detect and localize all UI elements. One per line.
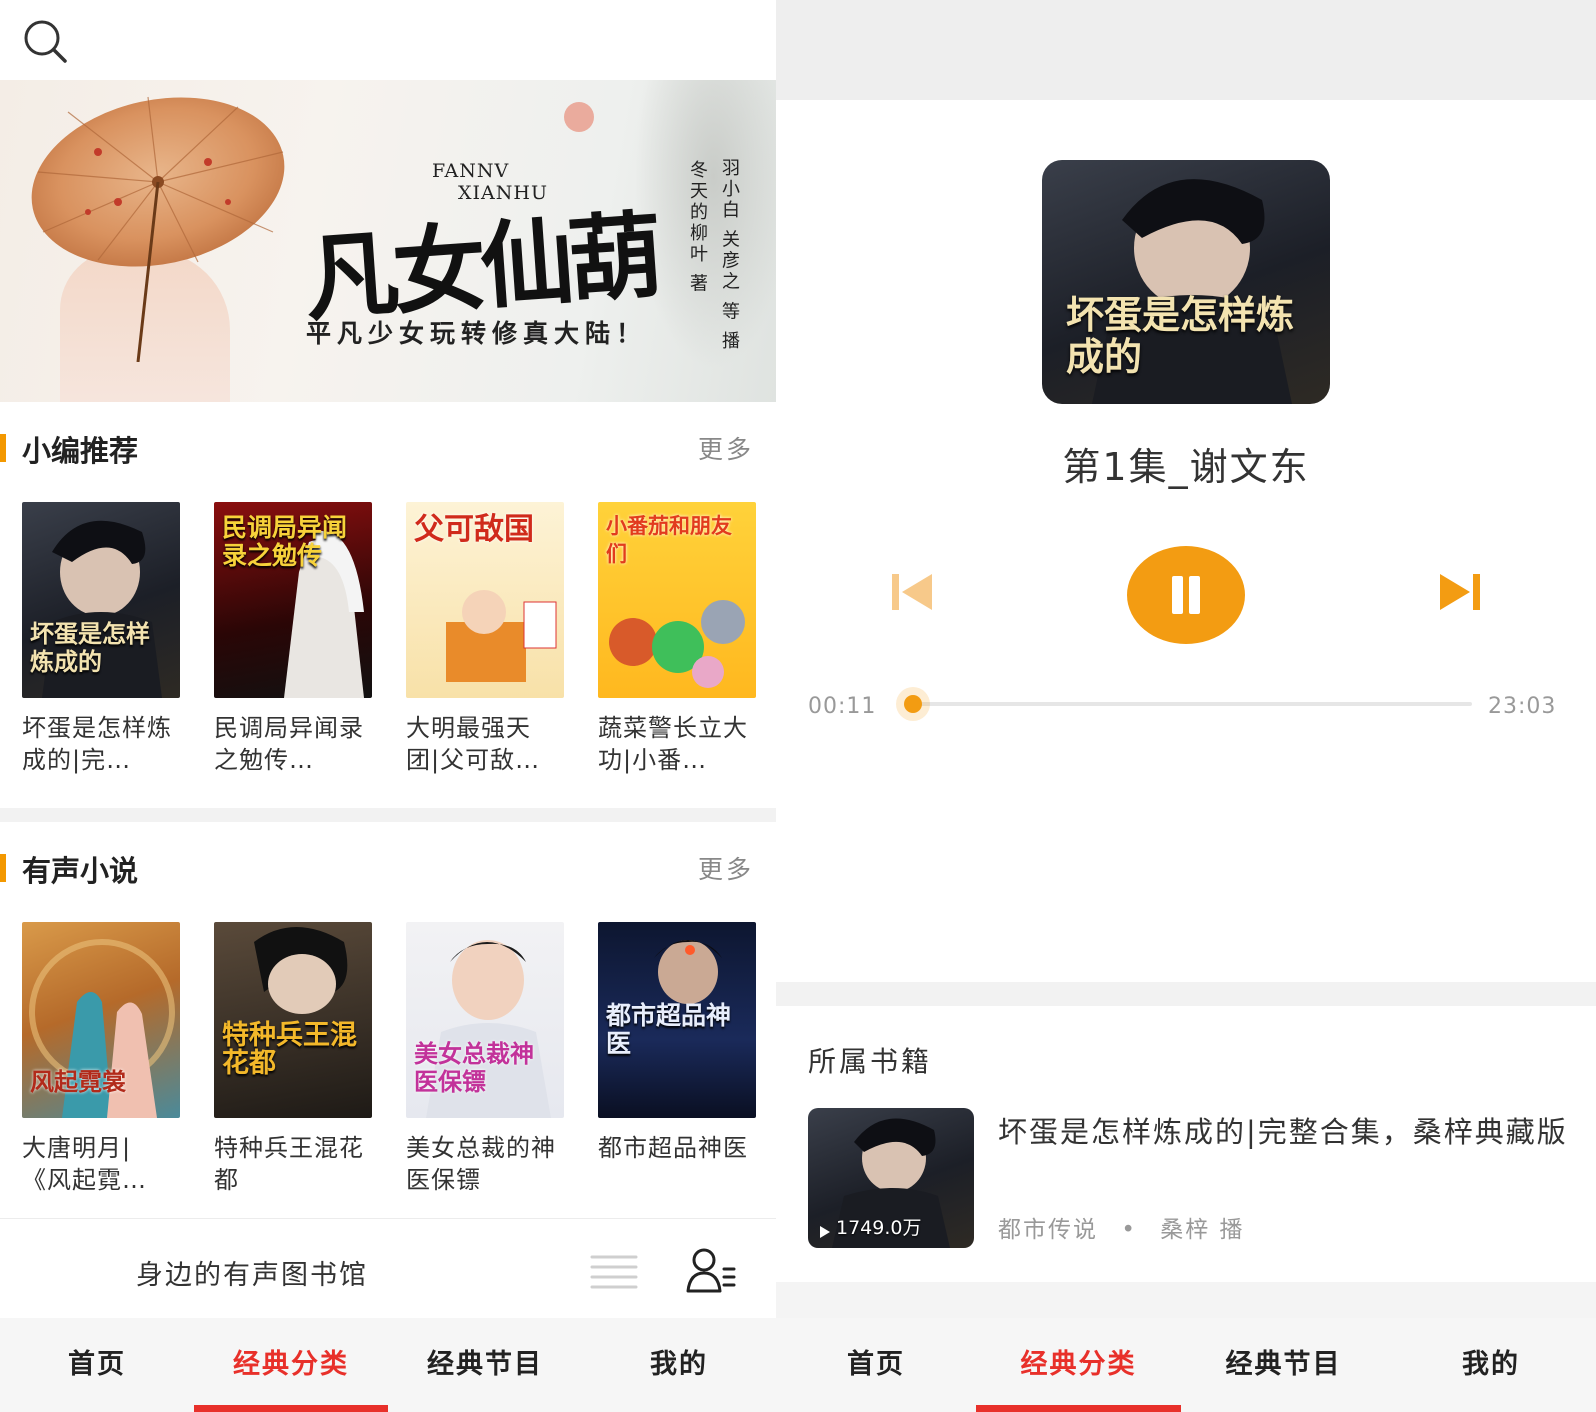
section-title: 有声小说: [22, 854, 139, 888]
cover-text: 都市超品神医: [606, 1001, 732, 1058]
tab-mine[interactable]: 我的: [582, 1318, 776, 1412]
book-cover: 都市超品神医: [598, 922, 756, 1118]
list-icon[interactable]: [590, 1253, 638, 1289]
book-card[interactable]: 坏蛋是怎样炼成的 坏蛋是怎样炼成的|完…: [22, 502, 180, 776]
tab-classic-programs[interactable]: 经典节目: [1181, 1318, 1386, 1412]
book-card[interactable]: 父可敌国 大明最强天团|父可敌…: [406, 502, 564, 776]
book-thumbnail[interactable]: 1749.0万: [808, 1108, 974, 1248]
total-time: 23:03: [1488, 694, 1557, 719]
cover-text: 小番茄和朋友们: [606, 514, 732, 566]
book-title[interactable]: 坏蛋是怎样炼成的|完整合集，桑梓典藏版: [998, 1110, 1568, 1154]
book-cover: 父可敌国: [406, 502, 564, 698]
progress-slider[interactable]: [896, 687, 1472, 721]
section-accent-bar: [0, 854, 6, 882]
book-card[interactable]: 美女总裁神医保镖 美女总裁的神医保镖: [406, 922, 564, 1196]
search-icon[interactable]: [22, 18, 68, 64]
book-title: 坏蛋是怎样炼成的|完…: [22, 714, 172, 774]
cover-text: 特种兵王混花都: [222, 1020, 357, 1079]
current-time: 00:11: [808, 694, 877, 719]
book-meta: 都市传说 • 桑梓 播: [998, 1210, 1245, 1244]
book-title: 都市超品神医: [598, 1134, 748, 1162]
previous-icon[interactable]: [890, 570, 934, 614]
bottom-tab-bar: 首页 经典分类 经典节目 我的: [776, 1318, 1596, 1412]
belongs-to-book-title: 所属书籍: [808, 1045, 933, 1078]
book-cover: 风起霓裳: [22, 922, 180, 1118]
bottom-tab-bar: 首页 经典分类 经典节目 我的: [0, 1318, 776, 1412]
episode-title: 第1集_谢文东: [1062, 445, 1310, 489]
library-slogan: 身边的有声图书馆: [136, 1260, 368, 1291]
book-card[interactable]: 民调局异闻录之勉传 民调局异闻录之勉传…: [214, 502, 372, 776]
book-title: 大明最强天团|父可敌…: [406, 714, 541, 774]
user-menu-icon[interactable]: [686, 1247, 736, 1293]
book-cover: 坏蛋是怎样炼成的: [22, 502, 180, 698]
library-bar: 身边的有声图书馆: [0, 1218, 776, 1318]
book-title: 大唐明月|《风起霓…: [22, 1134, 147, 1194]
tab-classic-programs[interactable]: 经典节目: [388, 1318, 582, 1412]
meta-separator: •: [1121, 1217, 1137, 1243]
book-category: 都市传说: [998, 1217, 1098, 1243]
book-card[interactable]: 风起霓裳 大唐明月|《风起霓…: [22, 922, 180, 1196]
more-link[interactable]: 更多: [698, 850, 754, 886]
tab-classic-category[interactable]: 经典分类: [976, 1318, 1181, 1412]
section-title: 小编推荐: [22, 434, 139, 468]
pause-icon-bar: [1189, 576, 1200, 614]
banner-narrator: 羽小白 关彦之 等 播: [719, 158, 740, 353]
book-title: 民调局异闻录之勉传…: [214, 714, 364, 774]
pause-icon-bar: [1172, 576, 1183, 614]
banner-subtitle: 平凡少女玩转修真大陆！: [306, 319, 648, 348]
banner-author: 冬天的柳叶 著: [687, 160, 708, 295]
tab-classic-category[interactable]: 经典分类: [194, 1318, 388, 1412]
player-cover: 坏蛋是怎样炼成的: [1042, 160, 1330, 404]
cover-text: 美女总裁神医保镖: [414, 1040, 534, 1096]
book-card[interactable]: 特种兵王混花都 特种兵王混花都: [214, 922, 372, 1196]
book-title: 蔬菜警长立大功|小番…: [598, 714, 748, 774]
pause-button[interactable]: [1127, 546, 1245, 644]
next-icon[interactable]: [1438, 570, 1482, 614]
book-title: 特种兵王混花都: [214, 1134, 364, 1194]
section-divider: [776, 982, 1596, 1006]
book-card[interactable]: 小番茄和朋友们 蔬菜警长立大功|小番…: [598, 502, 756, 776]
player-cover-text: 坏蛋是怎样炼成的: [1066, 293, 1295, 379]
book-card[interactable]: 都市超品神医 都市超品神医: [598, 922, 756, 1164]
progress-thumb[interactable]: [896, 687, 930, 721]
section-accent-bar: [0, 434, 6, 462]
cover-text: 风起霓裳: [30, 1068, 126, 1096]
play-count: 1749.0万: [836, 1217, 922, 1239]
right-screen: 坏蛋是怎样炼成的 第1集_谢文东 00:11 23:03 所属书籍 1749.0…: [776, 0, 1596, 1412]
recommend-section-header: 小编推荐 更多: [0, 416, 776, 476]
player-top-bar: [776, 0, 1596, 100]
cover-text: 父可敌国: [414, 512, 534, 547]
more-link[interactable]: 更多: [698, 430, 754, 466]
banner-sun: [564, 102, 594, 132]
book-cover: 美女总裁神医保镖: [406, 922, 564, 1118]
book-cover: 小番茄和朋友们: [598, 502, 756, 698]
book-title: 美女总裁的神医保镖: [406, 1134, 556, 1194]
cover-text: 民调局异闻录之勉传: [222, 513, 348, 570]
section-divider: [776, 1282, 1596, 1318]
book-cover: 特种兵王混花都: [214, 922, 372, 1118]
left-screen: FANNV XIANHU 凡女仙葫 平凡少女玩转修真大陆！ 冬天的柳叶 著 羽小…: [0, 0, 776, 1412]
promo-banner[interactable]: FANNV XIANHU 凡女仙葫 平凡少女玩转修真大陆！ 冬天的柳叶 著 羽小…: [0, 80, 776, 402]
book-cover: 民调局异闻录之勉传: [214, 502, 372, 698]
section-divider: [0, 808, 776, 822]
search-bar: [0, 0, 776, 80]
cover-text: 坏蛋是怎样炼成的: [30, 620, 150, 676]
tab-home[interactable]: 首页: [0, 1318, 194, 1412]
audio-section-header: 有声小说 更多: [0, 836, 776, 896]
umbrella-illustration: [31, 96, 285, 362]
tab-mine[interactable]: 我的: [1386, 1318, 1596, 1412]
tab-home[interactable]: 首页: [776, 1318, 976, 1412]
book-narrator: 桑梓 播: [1160, 1217, 1245, 1243]
